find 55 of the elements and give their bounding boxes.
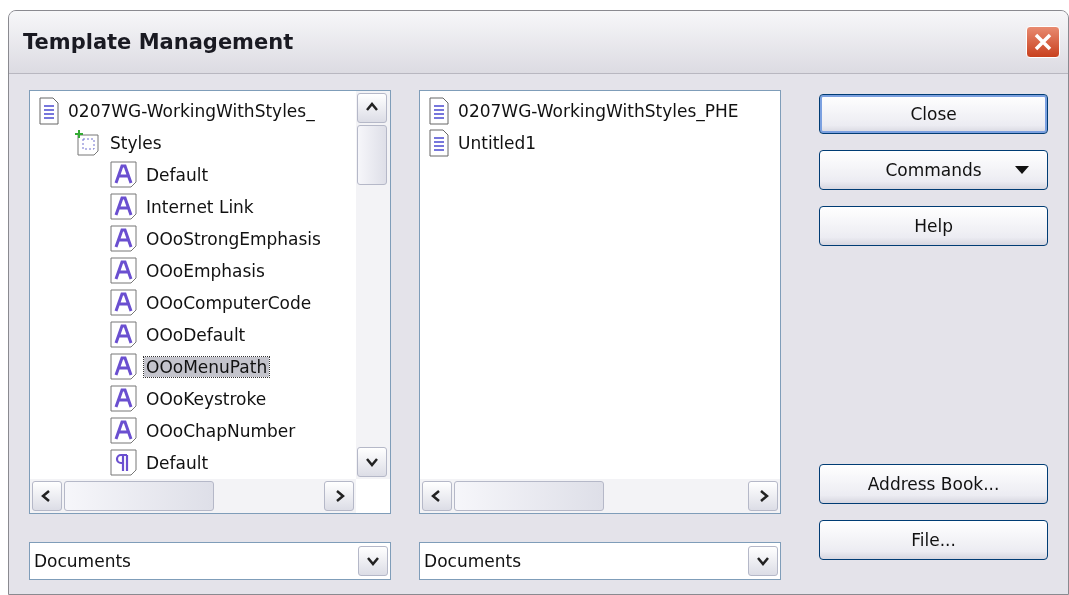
scroll-thumb[interactable] <box>454 481 605 511</box>
dialog-button[interactable]: Close <box>819 94 1048 134</box>
character-style-icon <box>110 321 138 349</box>
location-dropdown[interactable]: Documents <box>29 542 392 580</box>
horizontal-scrollbar[interactable] <box>420 479 781 513</box>
scroll-right-button[interactable] <box>324 481 355 511</box>
tree-item[interactable]: 0207WG-WorkingWithStyles_PHE <box>456 101 741 121</box>
character-style-icon <box>110 161 138 189</box>
scroll-left-button[interactable] <box>32 481 62 511</box>
dialog-button[interactable]: File... <box>819 520 1048 560</box>
window-title: Template Management <box>23 30 294 54</box>
scroll-thumb[interactable] <box>64 481 214 511</box>
tree-item[interactable]: OOoStrongEmphasis <box>144 229 323 249</box>
scroll-right-button[interactable] <box>748 481 779 511</box>
tree-list[interactable]: 0207WG-WorkingWithStyles_PHE Untitled1 <box>419 90 782 514</box>
tree-item[interactable]: Internet Link <box>144 197 256 217</box>
tree-list[interactable]: 0207WG-WorkingWithStyles_ Styles Default Internet Link OOoStrongEmphasis OOoEmphasis OOoComputerCode OOoDefault OOoMenuPath OOoKeystroke OOoChapNumber Default <box>29 90 392 514</box>
dropdown-caret-icon <box>1015 166 1029 175</box>
horizontal-scrollbar[interactable] <box>30 479 357 513</box>
character-style-icon <box>110 417 138 445</box>
document-icon <box>428 97 451 125</box>
character-style-icon <box>110 289 138 317</box>
vertical-scrollbar[interactable] <box>356 91 391 479</box>
scroll-down-button[interactable] <box>357 447 388 477</box>
character-style-icon <box>110 353 138 381</box>
tree-item[interactable]: OOoEmphasis <box>144 261 267 281</box>
document-icon <box>428 129 451 157</box>
tree-item[interactable]: OOoKeystroke <box>144 389 269 409</box>
character-style-icon <box>110 193 138 221</box>
dropdown-button[interactable] <box>748 546 779 576</box>
tree-item[interactable]: OOoMenuPath <box>144 357 270 377</box>
tree-item[interactable]: OOoDefault <box>144 325 248 345</box>
tree-item[interactable]: Styles <box>108 133 164 153</box>
scroll-thumb[interactable] <box>357 125 388 185</box>
dialog-button[interactable]: Address Book... <box>819 464 1048 504</box>
character-style-icon <box>110 385 138 413</box>
tree-item[interactable]: Default <box>144 453 211 473</box>
tree-item[interactable]: Untitled1 <box>456 133 539 153</box>
dialog-button[interactable]: Help <box>819 206 1048 246</box>
tree-item[interactable]: Default <box>144 165 211 185</box>
tree-item[interactable]: 0207WG-WorkingWithStyles_ <box>66 101 317 121</box>
scroll-up-button[interactable] <box>357 93 388 123</box>
character-style-icon <box>110 225 138 253</box>
location-dropdown[interactable]: Documents <box>419 542 782 580</box>
dialog-button[interactable]: Commands <box>819 150 1048 190</box>
scroll-left-button[interactable] <box>422 481 453 511</box>
styles-folder-icon <box>74 129 102 157</box>
close-icon <box>1034 33 1052 51</box>
tree-item[interactable]: OOoComputerCode <box>144 293 314 313</box>
dropdown-button[interactable] <box>358 546 389 576</box>
paragraph-style-icon <box>110 449 138 477</box>
document-icon <box>38 97 60 125</box>
character-style-icon <box>110 257 138 285</box>
tree-item[interactable]: OOoChapNumber <box>144 421 298 441</box>
close-button[interactable] <box>1026 26 1060 58</box>
